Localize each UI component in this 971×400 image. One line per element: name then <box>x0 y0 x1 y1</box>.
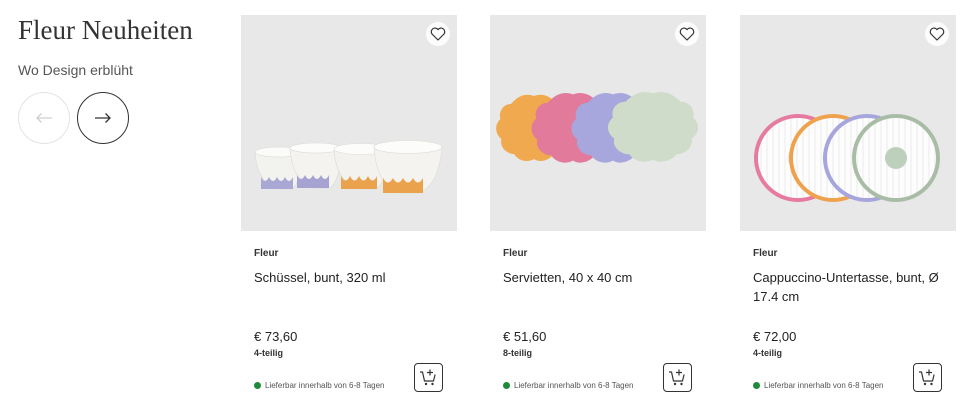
napkins-illustration <box>496 92 699 163</box>
product-card[interactable]: Fleur Cappuccino-Untertasse, bunt, Ø 17.… <box>740 15 956 395</box>
section-subtitle: Wo Design erblüht <box>18 62 133 78</box>
cart-plus-icon <box>919 369 935 386</box>
heart-icon <box>929 27 945 41</box>
product-image[interactable] <box>490 15 706 231</box>
availability-dot-icon <box>503 382 510 389</box>
availability-info: Lieferbar innerhalb von 6-8 Tagen <box>503 381 634 390</box>
arrow-left-icon <box>36 113 52 123</box>
saucers-illustration <box>754 114 940 202</box>
cart-plus-icon <box>420 369 436 386</box>
section-title: Fleur Neuheiten <box>18 15 193 45</box>
cart-plus-icon <box>669 369 685 386</box>
bowls-illustration <box>254 140 443 194</box>
product-pieces: 4-teilig <box>254 348 284 358</box>
availability-text: Lieferbar innerhalb von 6-8 Tagen <box>764 381 884 390</box>
arrow-right-icon <box>95 113 111 123</box>
wishlist-button[interactable] <box>426 22 450 46</box>
product-image[interactable] <box>740 15 956 231</box>
availability-dot-icon <box>254 382 261 389</box>
product-name[interactable]: Schüssel, bunt, 320 ml <box>254 268 449 287</box>
wishlist-button[interactable] <box>675 22 699 46</box>
add-to-cart-button[interactable] <box>913 363 942 392</box>
product-price: € 51,60 <box>503 329 547 344</box>
heart-icon <box>430 27 446 41</box>
product-name[interactable]: Cappuccino-Untertasse, bunt, Ø 17.4 cm <box>753 268 948 306</box>
carousel-next-button[interactable] <box>77 92 129 144</box>
product-pieces: 4-teilig <box>753 348 783 358</box>
section-intro: Fleur Neuheiten Wo Design erblüht <box>18 14 218 78</box>
product-brand: Fleur <box>503 248 528 259</box>
availability-info: Lieferbar innerhalb von 6-8 Tagen <box>753 381 884 390</box>
availability-info: Lieferbar innerhalb von 6-8 Tagen <box>254 381 385 390</box>
product-name[interactable]: Servietten, 40 x 40 cm <box>503 268 698 287</box>
heart-icon <box>679 27 695 41</box>
product-card[interactable]: Fleur Schüssel, bunt, 320 ml € 73,60 4-t… <box>241 15 457 395</box>
add-to-cart-button[interactable] <box>663 363 692 392</box>
availability-text: Lieferbar innerhalb von 6-8 Tagen <box>514 381 634 390</box>
product-brand: Fleur <box>254 248 279 259</box>
wishlist-button[interactable] <box>925 22 949 46</box>
product-image[interactable] <box>241 15 457 231</box>
product-card[interactable]: Fleur Servietten, 40 x 40 cm € 51,60 8-t… <box>490 15 706 395</box>
product-price: € 73,60 <box>254 329 298 344</box>
product-brand: Fleur <box>753 248 778 259</box>
product-price: € 72,00 <box>753 329 797 344</box>
add-to-cart-button[interactable] <box>414 363 443 392</box>
availability-text: Lieferbar innerhalb von 6-8 Tagen <box>265 381 385 390</box>
product-pieces: 8-teilig <box>503 348 533 358</box>
availability-dot-icon <box>753 382 760 389</box>
carousel-prev-button[interactable] <box>18 92 70 144</box>
